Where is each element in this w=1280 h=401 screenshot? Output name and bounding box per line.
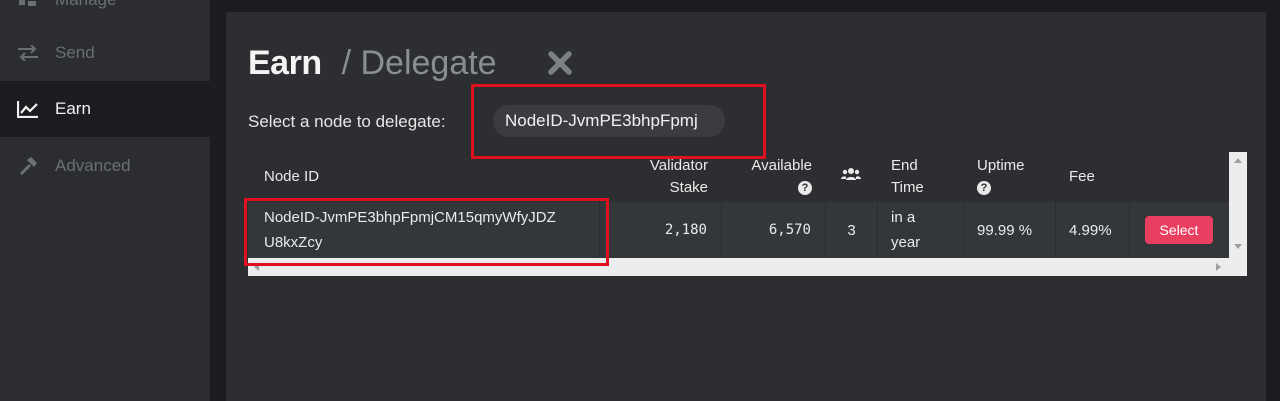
column-fee: Fee [1069,168,1095,185]
column-available: Available ? [728,155,812,199]
page-title: Earn / Delegate [248,44,497,84]
sidebar-item-earn[interactable]: Earn [0,81,210,137]
sidebar-item-label: Send [55,43,95,62]
column-uptime: Uptime ? [977,155,1025,199]
help-icon[interactable]: ? [977,181,991,196]
swap-arrows-icon [16,43,40,63]
sidebar-item-advanced[interactable]: Advanced [0,138,210,194]
select-button[interactable]: Select [1145,216,1213,244]
column-validator-stake: Validator Stake [628,155,708,199]
column-end-time: End Time [891,155,924,199]
hammer-icon [16,156,40,176]
table-row[interactable]: NodeID-JvmPE3bhpFpmjCM15qmyWfyJDZ U8kxZc… [248,202,1229,258]
page-subtitle-delegate: / Delegate [341,44,497,82]
horizontal-scrollbar[interactable] [248,258,1247,276]
validator-table: Node ID Validator Stake Available ? End … [248,152,1247,276]
end-time-line1: in a [891,209,916,226]
end-time-line2: year [891,234,921,251]
sidebar: Manage Send Earn Advanced [0,0,210,401]
delegators-cell: 3 [826,202,878,258]
validator-stake-cell: 2,180 [600,202,722,258]
node-search-input[interactable] [493,105,725,137]
users-icon [841,166,861,189]
vertical-scrollbar[interactable] [1229,152,1247,258]
select-node-label: Select a node to delegate: [248,112,446,131]
sidebar-item-label: Advanced [55,156,131,175]
scroll-right-icon[interactable] [1216,263,1221,271]
scroll-down-icon[interactable] [1234,244,1242,249]
node-id-line2: U8kxZcy [264,234,323,251]
close-icon[interactable] [546,49,574,77]
manage-icon [16,0,40,10]
end-time-cell: in a year [878,202,964,258]
column-validator-stake-line1: Validator [649,157,708,174]
column-end-time-line2: Time [891,179,924,196]
chart-line-icon [16,99,40,119]
earn-panel: Earn / Delegate Select a node to delegat… [226,12,1266,401]
sidebar-item-label: Earn [55,99,91,118]
node-id-line1: NodeID-JvmPE3bhpFpmjCM15qmyWfyJDZ [264,209,556,226]
column-node-id: Node ID [264,168,320,185]
node-id-cell: NodeID-JvmPE3bhpFpmjCM15qmyWfyJDZ U8kxZc… [248,202,600,258]
page-title-earn: Earn [248,44,322,82]
uptime-cell: 99.99 % [964,202,1056,258]
column-end-time-line1: End [891,157,918,174]
table-body: Node ID Validator Stake Available ? End … [248,152,1229,258]
available-cell: 6,570 [722,202,826,258]
help-icon[interactable]: ? [798,181,812,196]
column-available-label: Available [751,157,812,174]
scroll-left-icon[interactable] [254,263,259,271]
sidebar-item-label: Manage [55,0,116,10]
fee-cell: 4.99% [1056,202,1130,258]
table-header: Node ID Validator Stake Available ? End … [248,152,1229,202]
sidebar-item-send[interactable]: Send [0,25,210,81]
scroll-up-icon[interactable] [1234,158,1242,163]
column-validator-stake-line2: Stake [669,179,708,196]
sidebar-item-manage[interactable]: Manage [0,0,210,28]
column-uptime-label: Uptime [977,157,1025,174]
